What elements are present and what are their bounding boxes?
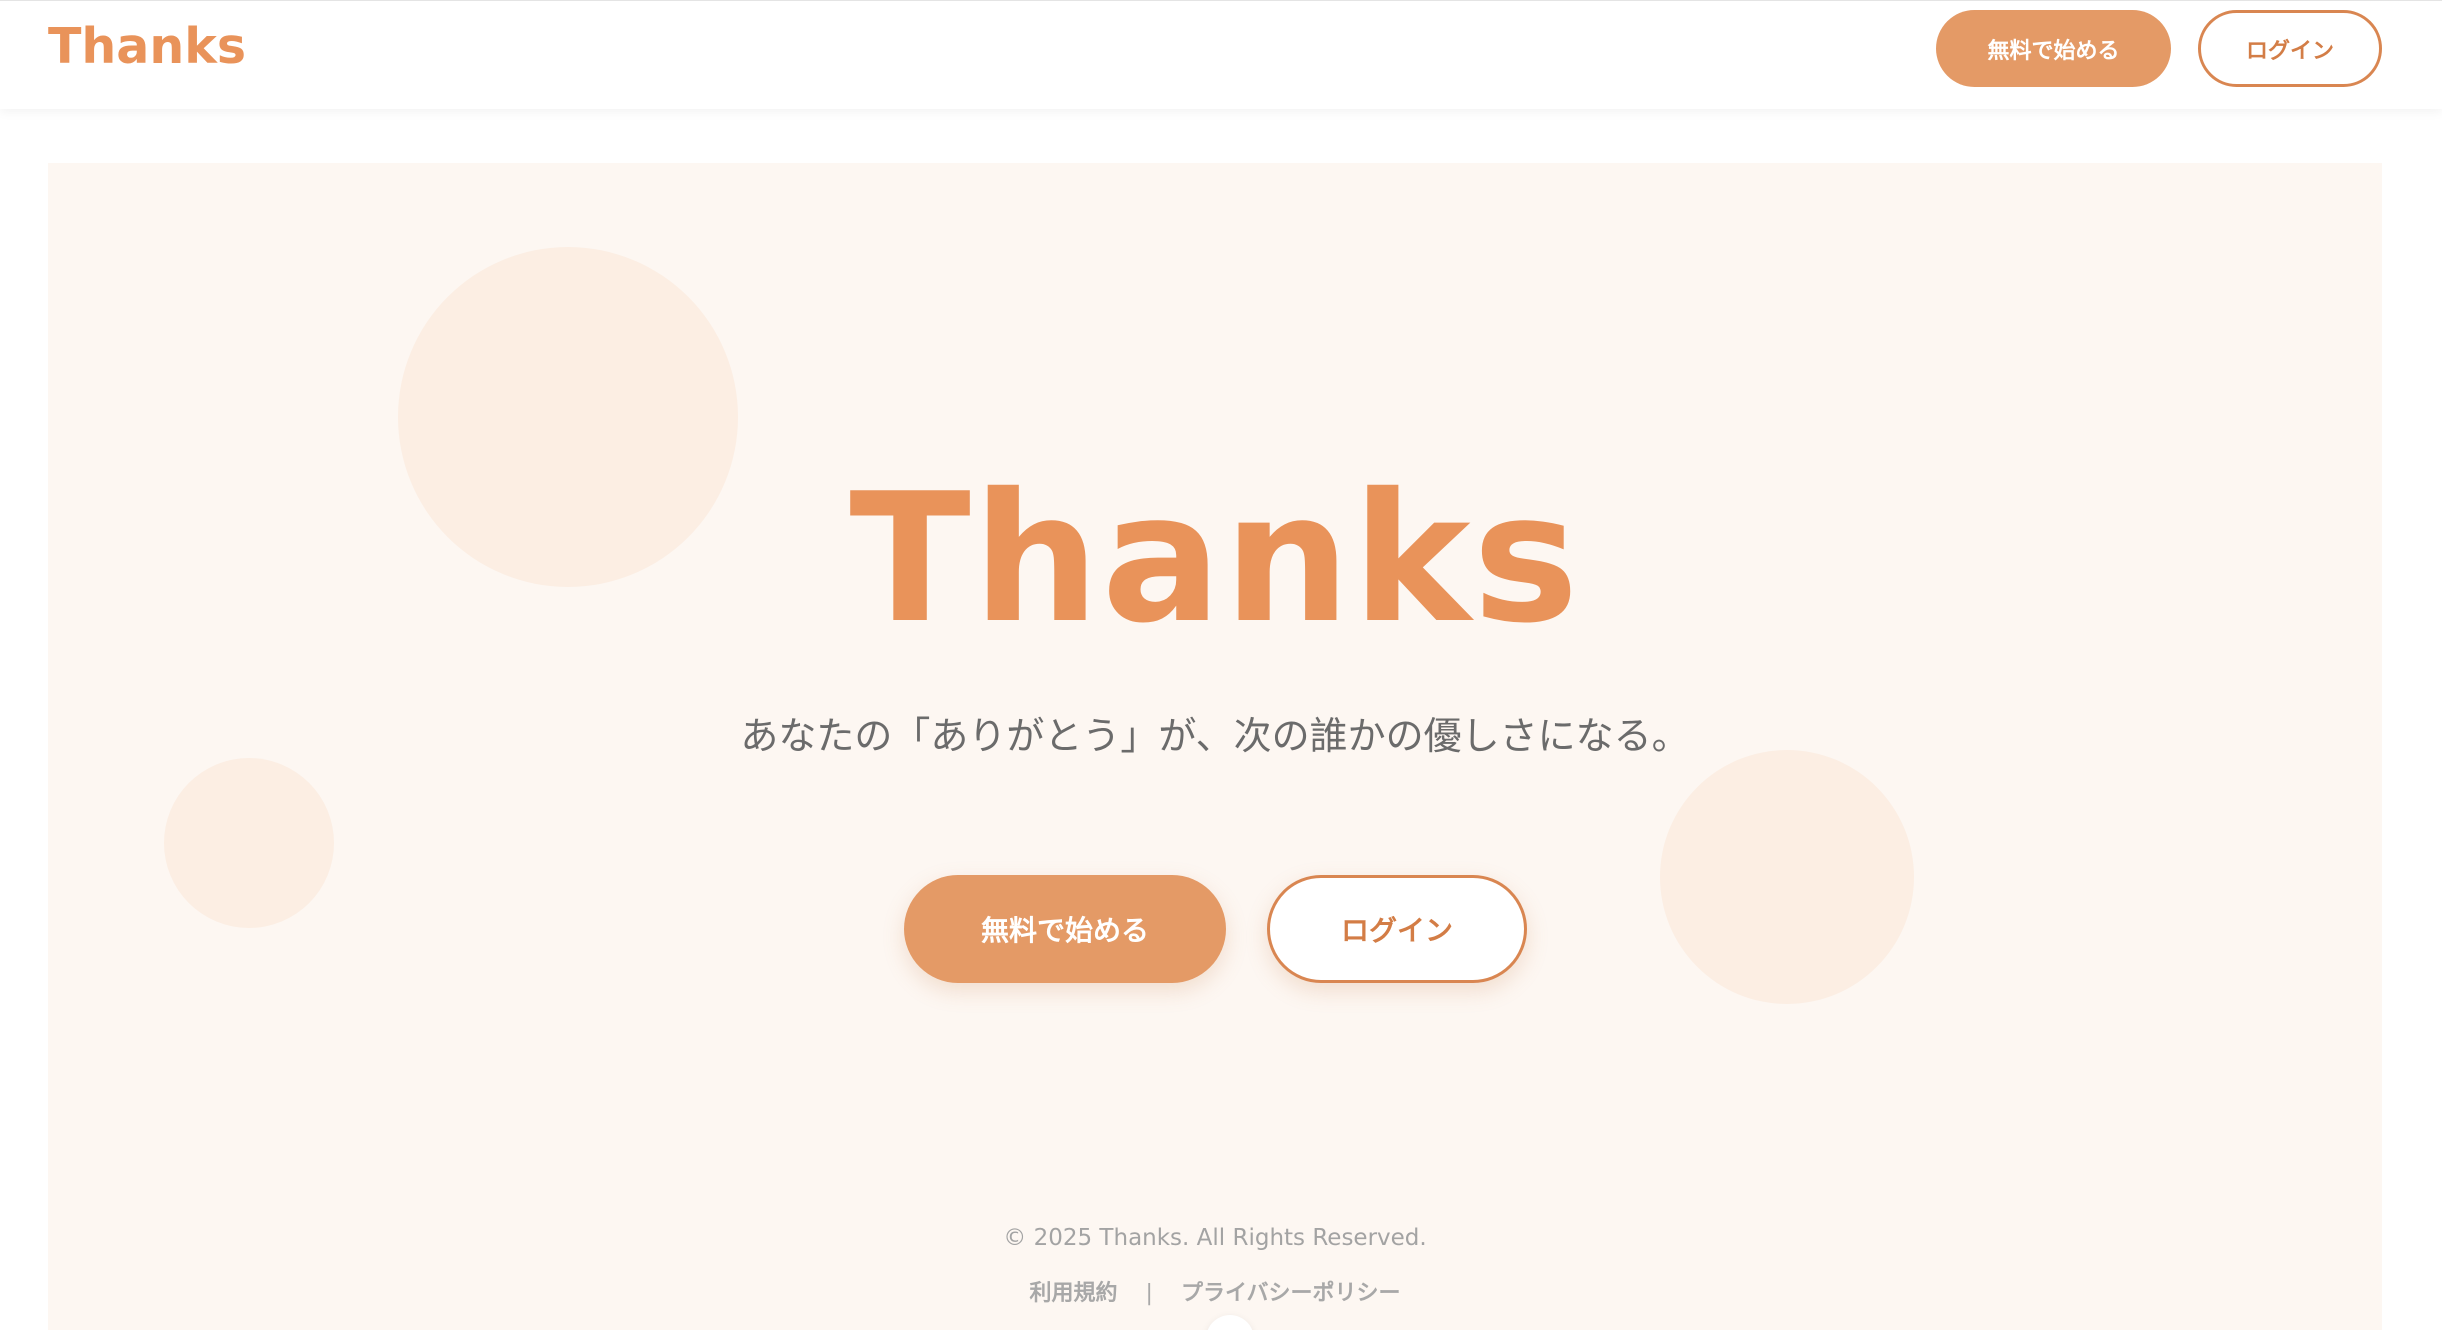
hero-title: Thanks — [849, 455, 1581, 662]
decorative-circle-small — [164, 758, 334, 928]
terms-link[interactable]: 利用規約 — [1030, 1277, 1118, 1311]
site-header: Thanks 無料で始める ログイン — [0, 0, 2442, 109]
footer-separator: | — [1145, 1281, 1153, 1306]
scroll-top-button[interactable] — [1206, 1315, 1254, 1330]
hero-section: Thanks あなたの「ありがとう」が、次の誰かの優しさになる。 無料で始める … — [48, 163, 2382, 1330]
hero-signup-button[interactable]: 無料で始める — [904, 875, 1226, 983]
hero-tagline: あなたの「ありがとう」が、次の誰かの優しさになる。 — [740, 714, 1690, 758]
footer-links: 利用規約 | プライバシーポリシー — [48, 1277, 2382, 1311]
header-signup-button[interactable]: 無料で始める — [1936, 10, 2171, 87]
header-login-button[interactable]: ログイン — [2198, 10, 2382, 87]
copyright-text: © 2025 Thanks. All Rights Reserved. — [1003, 1225, 1427, 1251]
header-logo[interactable]: Thanks — [48, 15, 246, 79]
privacy-link[interactable]: プライバシーポリシー — [1181, 1277, 1401, 1311]
decorative-circle-medium — [1660, 750, 1914, 1004]
hero-login-button[interactable]: ログイン — [1267, 875, 1527, 983]
